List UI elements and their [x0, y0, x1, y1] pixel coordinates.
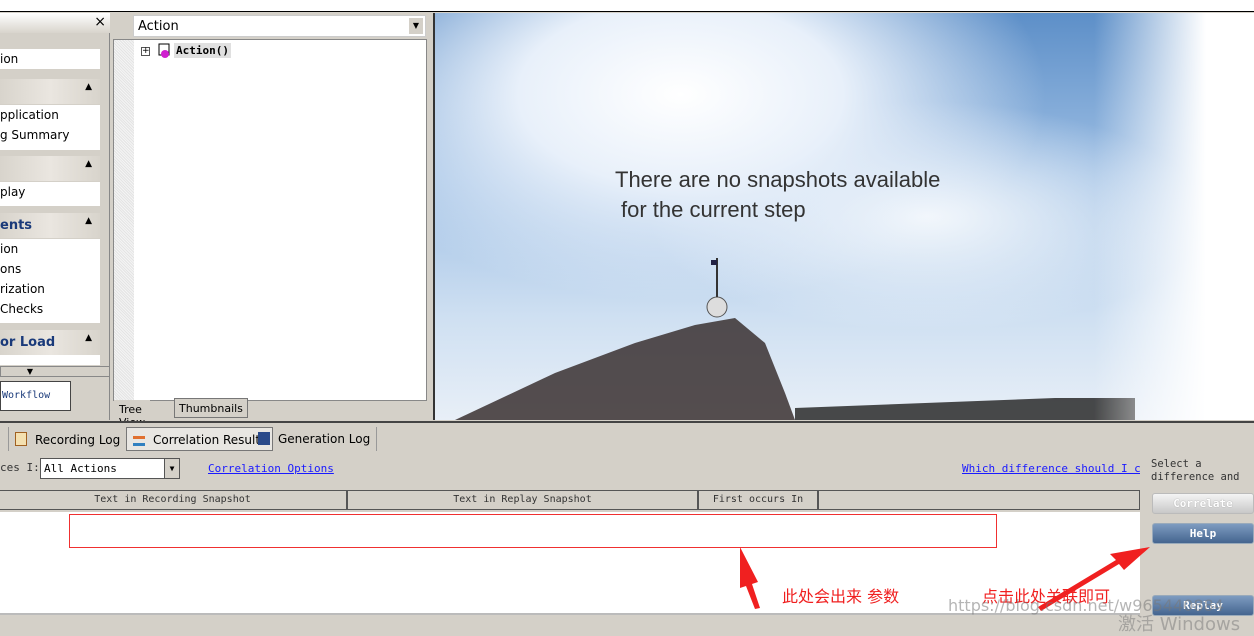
tab-generation-log[interactable]: Generation Log: [252, 427, 378, 451]
task-item[interactable]: ons: [0, 259, 100, 279]
collapse-icon[interactable]: ▲: [85, 333, 92, 343]
task-group-header[interactable]: ▲: [0, 156, 100, 181]
action-dropdown[interactable]: Action ▼: [133, 15, 426, 37]
output-pane: Recording Log Correlation Results Genera…: [0, 421, 1254, 635]
snapshot-viewer: There are no snapshots available for the…: [433, 13, 1254, 420]
top-toolbar-strip: [0, 0, 1254, 12]
chevron-down-icon[interactable]: ▼: [164, 459, 179, 478]
column-header-extra[interactable]: [818, 490, 1140, 510]
task-group-header[interactable]: ents ▲: [0, 213, 100, 238]
message-line-2: for the current step: [621, 197, 806, 222]
column-header-first-occurs[interactable]: First occurs In: [698, 490, 818, 510]
tree-panel: Action ▼ + Action() Tree View Thumbnails: [111, 13, 431, 429]
correlation-icon: [133, 436, 145, 446]
tab-thumbnails[interactable]: Thumbnails: [174, 398, 248, 418]
column-header-recording[interactable]: Text in Recording Snapshot: [0, 490, 347, 510]
params-annotation: 此处会出来 参数: [782, 587, 900, 606]
which-difference-link[interactable]: Which difference should I cor: [962, 462, 1140, 475]
chevron-down-icon[interactable]: ▼: [409, 18, 423, 34]
task-item[interactable]: ion: [0, 239, 100, 259]
actions-filter-select[interactable]: All Actions ▼: [40, 458, 180, 479]
log-icon: [15, 432, 27, 446]
task-group-body: play: [0, 182, 100, 206]
task-item[interactable]: play: [0, 182, 100, 202]
message-line-1: There are no snapshots available: [615, 167, 941, 192]
scroll-down-icon[interactable]: ▼: [0, 366, 110, 377]
help-button[interactable]: Help: [1152, 523, 1254, 544]
task-group-body: ion ons rization Checks: [0, 239, 100, 323]
workflow-button[interactable]: Workflow: [0, 381, 71, 411]
correlation-options-link[interactable]: Correlation Options: [208, 462, 334, 475]
task-item[interactable]: pplication: [0, 105, 100, 125]
collapse-icon[interactable]: ▲: [85, 216, 92, 226]
image-fade: [1094, 13, 1254, 420]
action-dropdown-value: Action: [138, 19, 179, 34]
task-group-header[interactable]: ▲: [0, 79, 100, 104]
action-script-icon: [156, 43, 172, 59]
filter-value: All Actions: [44, 462, 117, 475]
task-item-label[interactable]: ion: [0, 49, 100, 69]
activation-watermark: 激活 Windows: [1118, 614, 1241, 635]
task-group-header[interactable]: or Load ▲: [0, 330, 100, 355]
task-group-body: [0, 355, 100, 365]
expand-icon[interactable]: +: [141, 47, 150, 56]
close-icon[interactable]: ×: [94, 14, 106, 30]
tree-view: + Action(): [113, 39, 427, 401]
filter-label: ces I:: [0, 461, 40, 474]
collapse-icon[interactable]: ▲: [85, 159, 92, 169]
task-item[interactable]: g Summary: [0, 125, 100, 145]
tab-tree-view[interactable]: Tree View: [114, 400, 151, 429]
generation-icon: [258, 432, 270, 445]
side-hint: Select a difference and: [1151, 458, 1240, 482]
task-pane-header: ×: [0, 13, 110, 33]
collapse-icon[interactable]: ▲: [85, 82, 92, 92]
task-item[interactable]: rization: [0, 279, 100, 299]
task-item[interactable]: ion: [0, 49, 100, 69]
tree-item-action[interactable]: Action(): [174, 43, 231, 58]
tab-recording-log[interactable]: Recording Log: [8, 427, 128, 451]
task-item[interactable]: Checks: [0, 299, 100, 319]
correlate-button[interactable]: Correlate: [1152, 493, 1254, 514]
no-snapshot-message: There are no snapshots available for the…: [615, 165, 940, 225]
tree-gutter: [114, 40, 134, 400]
task-group-body: pplication g Summary: [0, 105, 100, 150]
column-header-replay[interactable]: Text in Replay Snapshot: [347, 490, 698, 510]
task-pane: × ion ▲ pplication g Summary ▲ play ents…: [0, 13, 110, 420]
